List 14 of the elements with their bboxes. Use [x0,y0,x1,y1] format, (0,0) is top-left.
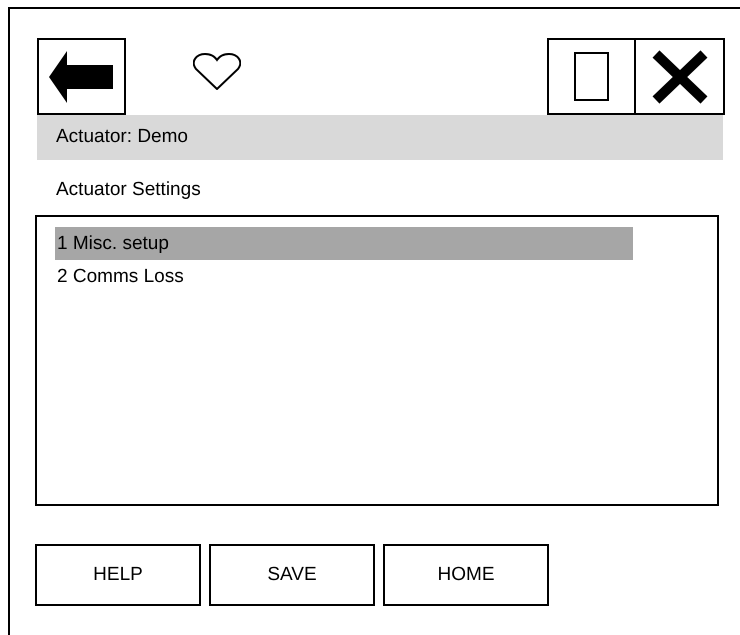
close-button[interactable] [634,38,725,115]
back-arrow-icon [48,50,114,102]
action-button[interactable]: HELP [35,544,201,606]
section-title: Actuator Settings [56,179,201,200]
menu-item[interactable]: 2 Comms Loss [55,260,633,293]
close-icon [652,50,708,104]
action-button[interactable]: SAVE [209,544,375,606]
heart-icon[interactable] [193,53,241,90]
menu-item[interactable]: 1 Misc. setup [55,227,633,260]
header-title: Actuator: Demo [56,125,188,150]
rectangle-icon [574,52,609,101]
action-button[interactable]: HOME [383,544,549,606]
window-button[interactable] [547,38,636,115]
back-button[interactable] [37,38,126,115]
